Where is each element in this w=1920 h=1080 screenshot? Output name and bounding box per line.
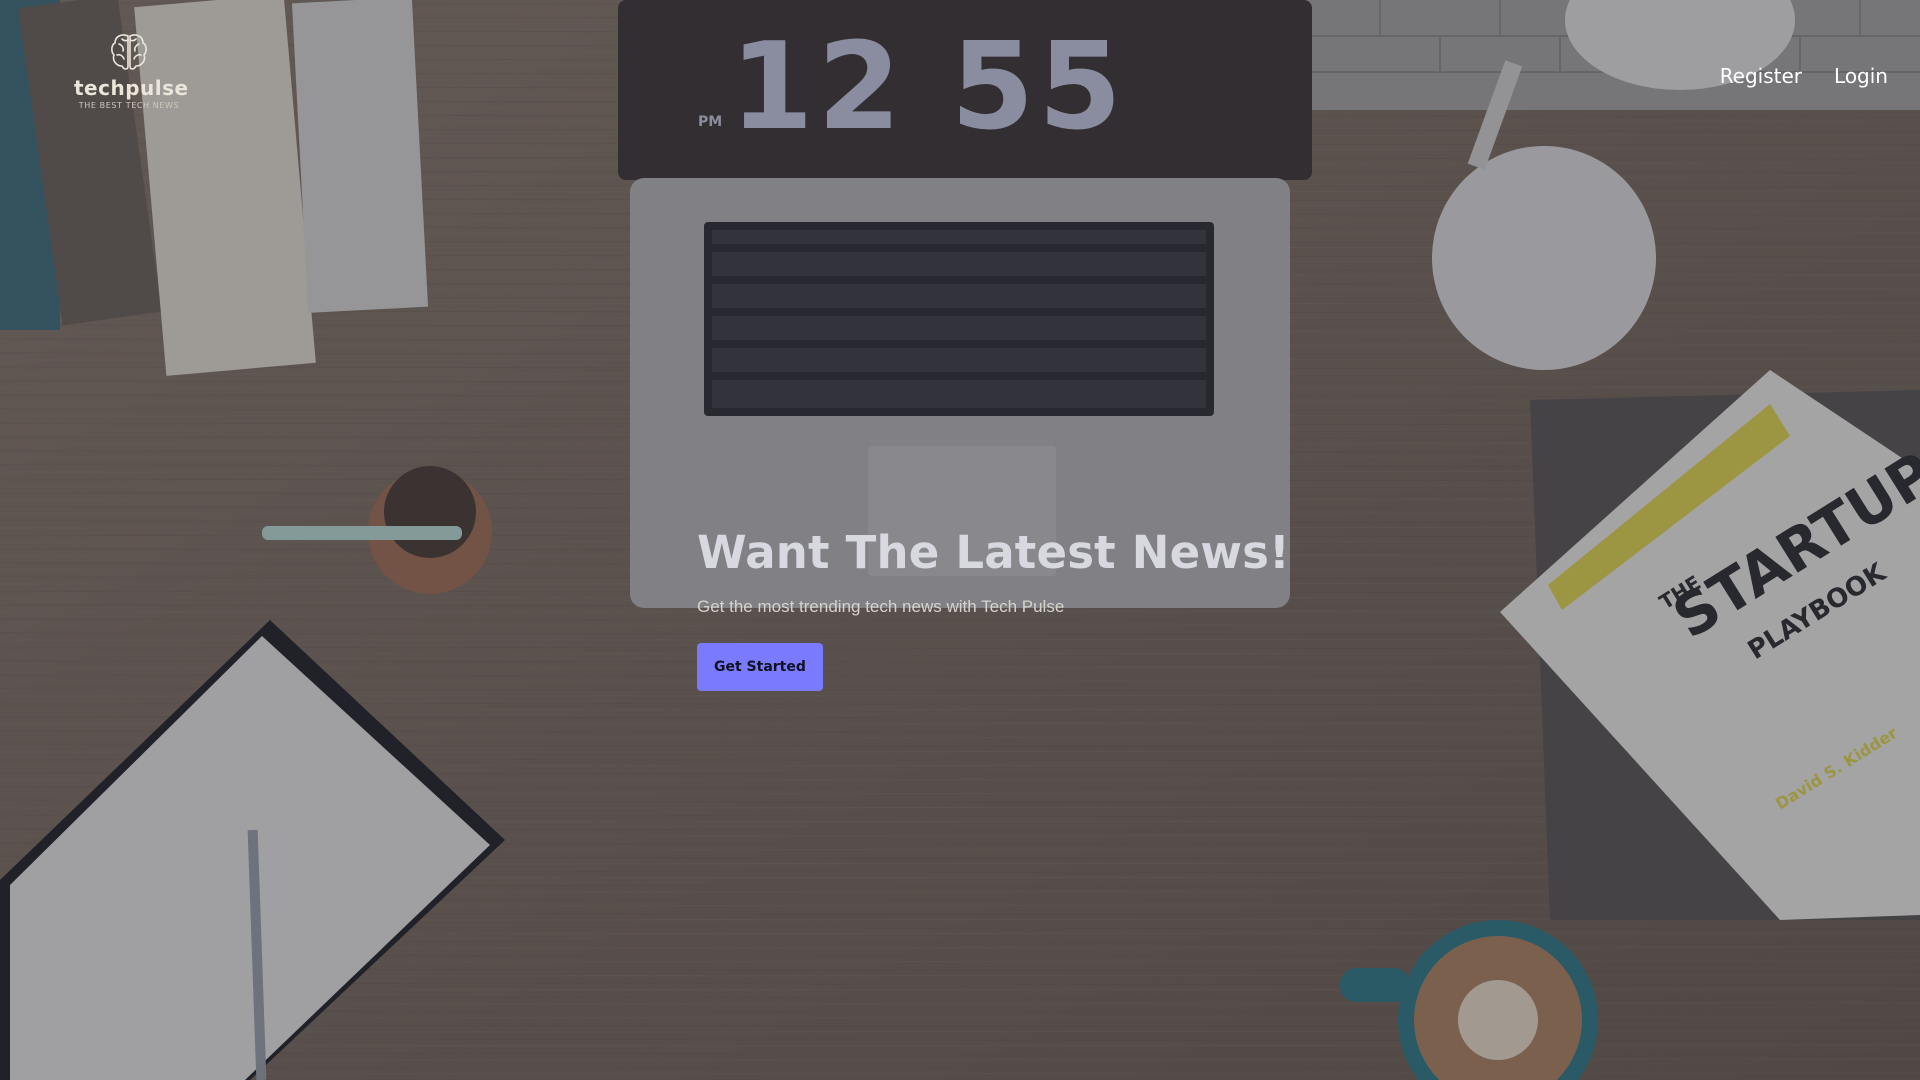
get-started-button[interactable]: Get Started xyxy=(697,643,823,691)
hero-subtitle: Get the most trending tech news with Tec… xyxy=(697,597,1065,616)
top-nav: Register Login xyxy=(1720,64,1888,88)
brain-icon xyxy=(111,34,147,70)
hero-title: Want The Latest News! xyxy=(697,526,1290,579)
register-link[interactable]: Register xyxy=(1720,64,1802,88)
brand-logo[interactable]: techpulse THE BEST TECH NEWS xyxy=(74,30,189,110)
brand-tagline: THE BEST TECH NEWS xyxy=(78,101,180,110)
brand-name: techpulse xyxy=(74,76,189,100)
landing-page: PM 12 55 STARTUP PLAYBOOK THE David S. K… xyxy=(0,0,1920,1080)
login-link[interactable]: Login xyxy=(1834,64,1888,88)
hero-section: Want The Latest News! Get the most trend… xyxy=(697,526,1290,691)
